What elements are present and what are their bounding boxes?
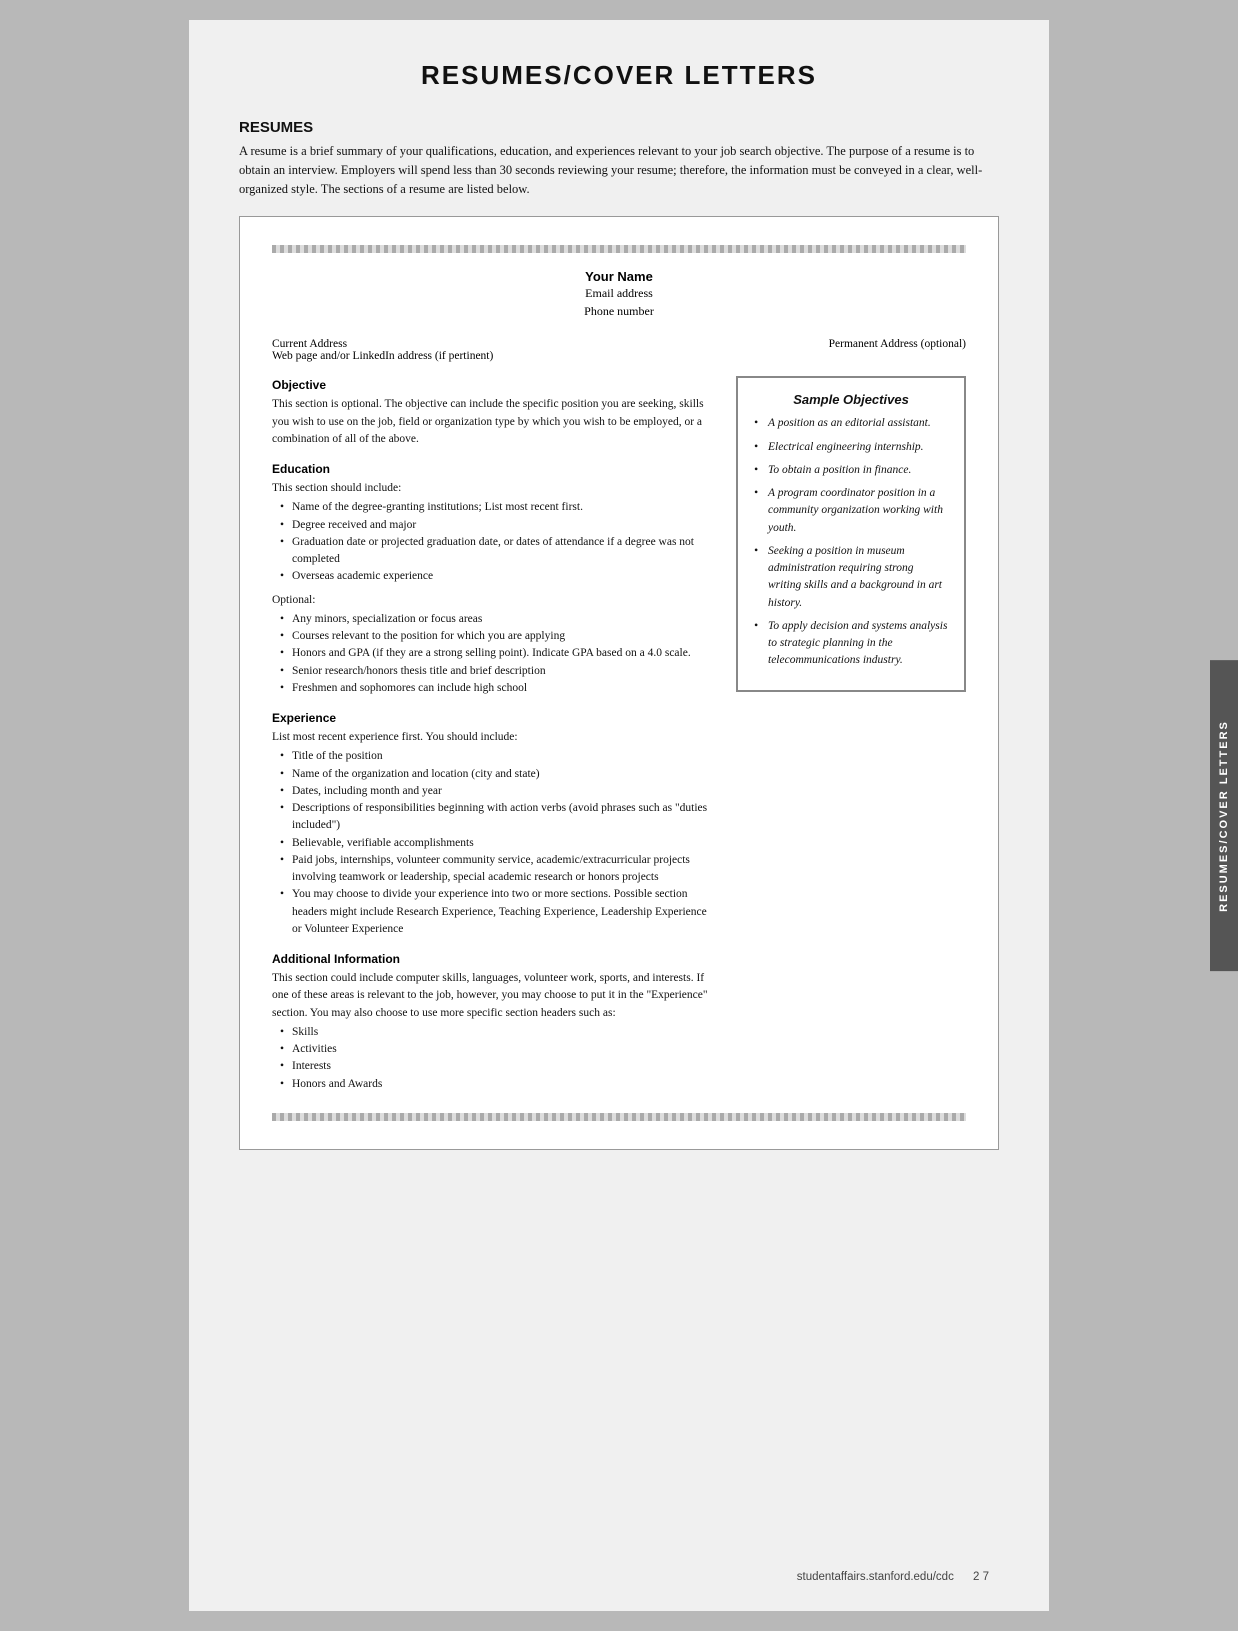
resume-body: Objective This section is optional. The …	[272, 376, 966, 1097]
education-bullet-4: Overseas academic experience	[280, 568, 716, 585]
page-footer: studentaffairs.stanford.edu/cdc 2 7	[797, 1571, 989, 1583]
exp-bullet-6: Paid jobs, internships, volunteer commun…	[280, 852, 716, 887]
education-bullets: Name of the degree-granting institutions…	[272, 499, 716, 585]
obj-item-1: A position as an editorial assistant.	[754, 415, 948, 432]
add-bullet-3: Interests	[280, 1058, 716, 1075]
education-bullet-2: Degree received and major	[280, 517, 716, 534]
obj-item-2: Electrical engineering internship.	[754, 439, 948, 456]
education-bullet-3: Graduation date or projected graduation …	[280, 534, 716, 569]
edu-opt-bullet-2: Courses relevant to the position for whi…	[280, 628, 716, 645]
resume-email: Email address	[272, 284, 966, 302]
education-optional-label: Optional:	[272, 592, 716, 609]
exp-bullet-3: Dates, including month and year	[280, 783, 716, 800]
resumes-intro: A resume is a brief summary of your qual…	[239, 142, 999, 198]
sample-objectives-col: Sample Objectives A position as an edito…	[736, 376, 966, 1097]
sample-objectives-list: A position as an editorial assistant. El…	[754, 415, 948, 669]
resume-addresses: Current Address Web page and/or LinkedIn…	[272, 338, 966, 362]
footer-page: 2 7	[973, 1571, 989, 1583]
resume-phone: Phone number	[272, 302, 966, 320]
resumes-heading: RESUMES	[239, 119, 999, 136]
add-bullet-1: Skills	[280, 1024, 716, 1041]
current-address-block: Current Address Web page and/or LinkedIn…	[272, 338, 493, 362]
obj-item-5: Seeking a position in museum administrat…	[754, 543, 948, 612]
education-title: Education	[272, 460, 716, 478]
web-label: Web page and/or LinkedIn address (if per…	[272, 350, 493, 362]
experience-intro: List most recent experience first. You s…	[272, 729, 716, 746]
exp-bullet-7: You may choose to divide your experience…	[280, 886, 716, 938]
exp-bullet-4: Descriptions of responsibilities beginni…	[280, 800, 716, 835]
sample-objectives-title: Sample Objectives	[754, 392, 948, 407]
education-bullet-1: Name of the degree-granting institutions…	[280, 499, 716, 516]
permanent-address-label: Permanent Address (optional)	[829, 338, 966, 350]
exp-bullet-5: Believable, verifiable accomplishments	[280, 835, 716, 852]
edu-opt-bullet-3: Honors and GPA (if they are a strong sel…	[280, 645, 716, 662]
education-optional-bullets: Any minors, specialization or focus area…	[272, 611, 716, 697]
experience-title: Experience	[272, 709, 716, 727]
exp-bullet-2: Name of the organization and location (c…	[280, 766, 716, 783]
page-title: RESUMES/COVER LETTERS	[239, 60, 999, 91]
edu-opt-bullet-4: Senior research/honors thesis title and …	[280, 663, 716, 680]
obj-item-6: To apply decision and systems analysis t…	[754, 618, 948, 670]
additional-bullets: Skills Activities Interests Honors and A…	[272, 1024, 716, 1093]
education-intro: This section should include:	[272, 480, 716, 497]
resume-left-col: Objective This section is optional. The …	[272, 376, 716, 1097]
additional-title: Additional Information	[272, 950, 716, 968]
current-address-label: Current Address	[272, 338, 493, 350]
sample-objectives-box: Sample Objectives A position as an edito…	[736, 376, 966, 691]
page-container: RESUMES/COVER LETTERS RESUMES A resume i…	[0, 0, 1238, 1631]
resume-bottom-border	[272, 1113, 966, 1121]
edu-opt-bullet-1: Any minors, specialization or focus area…	[280, 611, 716, 628]
objective-text: This section is optional. The objective …	[272, 396, 716, 448]
additional-text: This section could include computer skil…	[272, 970, 716, 1022]
add-bullet-2: Activities	[280, 1041, 716, 1058]
resume-box: Your Name Email address Phone number Cur…	[239, 216, 999, 1150]
permanent-address-block: Permanent Address (optional)	[829, 338, 966, 362]
footer-url: studentaffairs.stanford.edu/cdc	[797, 1571, 954, 1583]
objective-title: Objective	[272, 376, 716, 394]
side-tab-label: RESUMES/COVER LETTERS	[1218, 720, 1230, 912]
resume-name: Your Name	[272, 269, 966, 284]
add-bullet-4: Honors and Awards	[280, 1076, 716, 1093]
experience-bullets: Title of the position Name of the organi…	[272, 748, 716, 938]
side-tab: RESUMES/COVER LETTERS	[1210, 660, 1238, 972]
resume-header: Your Name Email address Phone number	[272, 269, 966, 320]
main-content: RESUMES/COVER LETTERS RESUMES A resume i…	[189, 20, 1049, 1611]
resume-top-border	[272, 245, 966, 253]
exp-bullet-1: Title of the position	[280, 748, 716, 765]
obj-item-3: To obtain a position in finance.	[754, 462, 948, 479]
edu-opt-bullet-5: Freshmen and sophomores can include high…	[280, 680, 716, 697]
obj-item-4: A program coordinator position in a comm…	[754, 485, 948, 537]
